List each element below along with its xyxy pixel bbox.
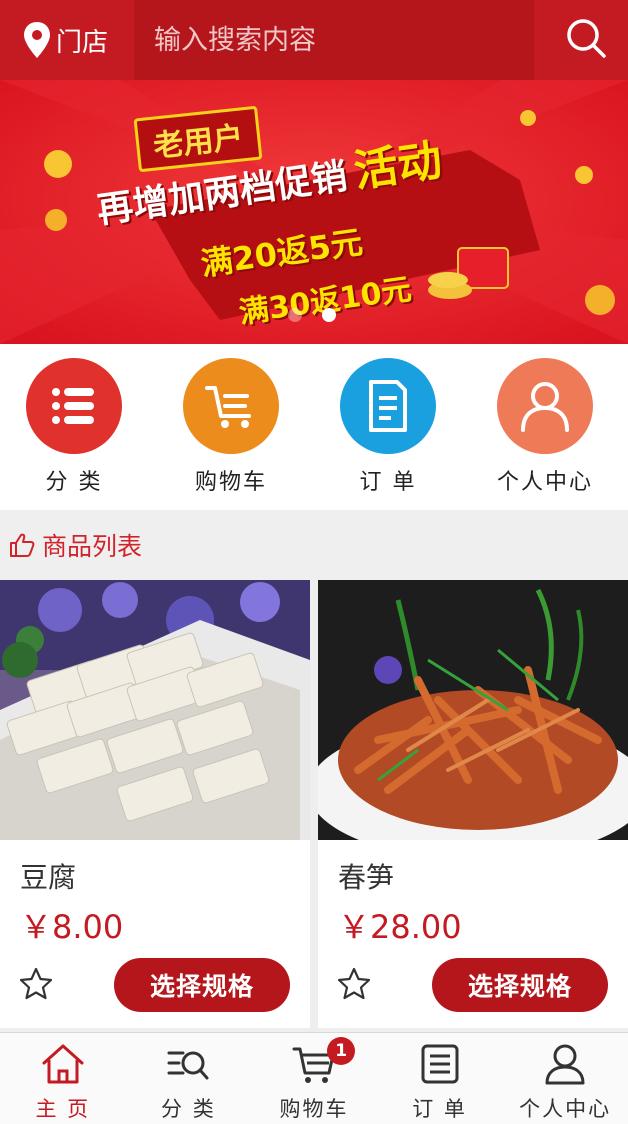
- product-card[interactable]: 豆腐 ￥8.00 选择规格: [0, 580, 310, 1028]
- document-icon: [340, 358, 436, 454]
- thumbs-up-icon: [10, 533, 35, 557]
- tab-label: 分 类: [161, 1097, 216, 1121]
- top-bar: 门店: [0, 0, 628, 80]
- search-input[interactable]: [154, 18, 524, 62]
- carousel-indicator: [288, 308, 336, 322]
- tab-label: 个人中心: [519, 1097, 612, 1121]
- product-price: ￥28.00: [338, 908, 462, 946]
- quicknav-category[interactable]: 分 类: [0, 344, 157, 510]
- select-spec-button[interactable]: 选择规格: [114, 958, 290, 1012]
- product-card[interactable]: 春笋 ￥28.00 选择规格: [318, 580, 628, 1028]
- banner-headline-highlight: 活动: [350, 134, 446, 198]
- bottom-tab-bar: 主 页 分 类 1 购物车 订 单 个人中心: [0, 1032, 628, 1124]
- location-pin-icon: [24, 22, 50, 58]
- order-icon: [421, 1044, 459, 1084]
- quicknav-order[interactable]: 订 单: [314, 344, 471, 510]
- product-grid: 豆腐 ￥8.00 选择规格 春笋 ￥28.00 选择规格: [0, 580, 628, 1032]
- tab-label: 购物车: [279, 1097, 349, 1121]
- tab-home[interactable]: 主 页: [0, 1033, 126, 1124]
- user-icon: [545, 1044, 585, 1085]
- section-title: 商品列表: [42, 532, 143, 561]
- tab-order[interactable]: 订 单: [377, 1033, 503, 1124]
- carousel-dot[interactable]: [288, 308, 302, 322]
- quicknav-label: 购物车: [194, 470, 267, 495]
- category-search-icon: [167, 1051, 209, 1080]
- quicknav-label: 分 类: [45, 470, 103, 495]
- quicknav-label: 订 单: [359, 470, 417, 495]
- cart-icon: [183, 358, 279, 454]
- quicknav-cart[interactable]: 购物车: [157, 344, 314, 510]
- tab-label: 订 单: [412, 1097, 467, 1121]
- product-price: ￥8.00: [20, 908, 124, 946]
- tab-category[interactable]: 分 类: [126, 1033, 252, 1124]
- star-icon[interactable]: [336, 966, 372, 1002]
- tab-cart[interactable]: 1 购物车: [251, 1033, 377, 1124]
- promo-banner[interactable]: 老用户 再增加两档促销 活动 满20返5元 满30返10元: [0, 80, 628, 344]
- store-label: 门店: [56, 27, 109, 58]
- tab-label: 主 页: [35, 1097, 91, 1121]
- select-spec-button[interactable]: 选择规格: [432, 958, 608, 1012]
- list-icon: [26, 358, 122, 454]
- star-icon[interactable]: [18, 966, 54, 1002]
- tab-profile[interactable]: 个人中心: [502, 1033, 628, 1124]
- user-icon: [497, 358, 593, 454]
- search-icon[interactable]: [564, 16, 608, 60]
- search-bar: [134, 0, 534, 80]
- product-name[interactable]: 春笋: [338, 856, 394, 896]
- carousel-dot-active[interactable]: [322, 308, 336, 322]
- tofu-photo[interactable]: [0, 580, 310, 840]
- product-list-header: 商品列表: [0, 510, 628, 580]
- product-name[interactable]: 豆腐: [20, 856, 76, 896]
- quicknav-profile[interactable]: 个人中心: [471, 344, 628, 510]
- store-selector[interactable]: 门店: [22, 14, 108, 66]
- quick-nav: 分 类 购物车 订 单 个人中心: [0, 344, 628, 510]
- quicknav-label: 个人中心: [496, 470, 593, 495]
- cart-badge: 1: [327, 1037, 356, 1065]
- bamboo-shoots-photo[interactable]: [318, 580, 628, 840]
- home-icon: [42, 1044, 84, 1084]
